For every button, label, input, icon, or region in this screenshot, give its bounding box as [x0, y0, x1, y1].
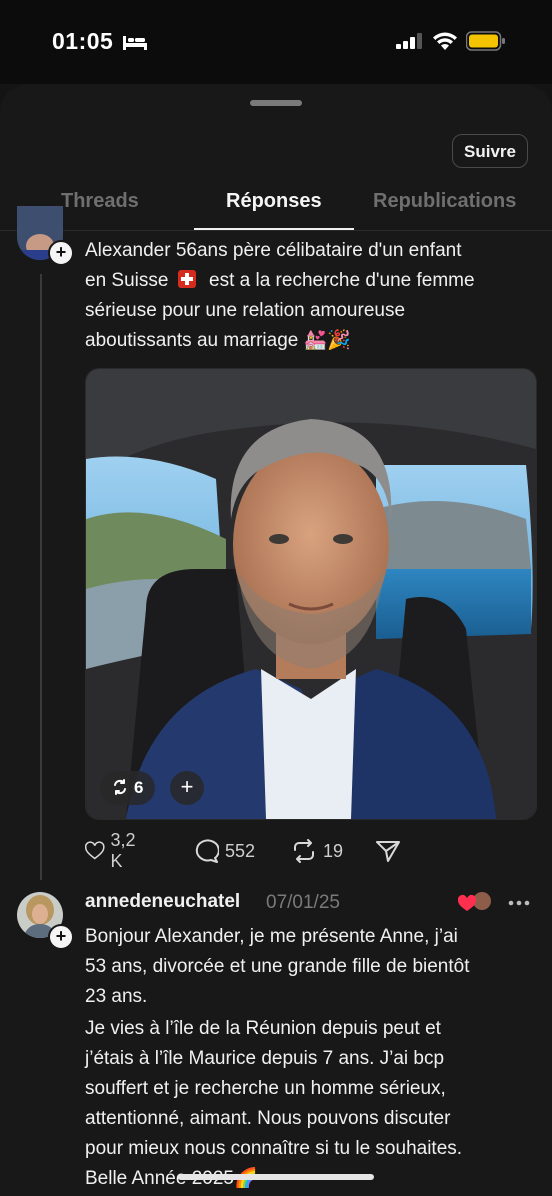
reply-text-line: j’étais à l’île Maurice depuis 7 ans. J’…: [85, 1048, 445, 1069]
comment-bubble-icon: [195, 839, 219, 863]
thread-connector-line: [40, 274, 42, 880]
sleep-focus-icon: [123, 36, 147, 50]
reply-text: Bonjour Alexander, je me présente Anne, …: [85, 922, 470, 1194]
like-count: 3,2 K: [110, 830, 136, 871]
tab-threads[interactable]: Threads: [61, 190, 139, 213]
tabs-divider: [0, 230, 552, 231]
post-image[interactable]: 6 +: [85, 368, 537, 820]
repost-count: 19: [323, 840, 344, 861]
media-repost-count[interactable]: 6: [100, 771, 156, 805]
share-button[interactable]: [375, 836, 407, 866]
reply-text-line: 23 ans.: [85, 986, 148, 1007]
status-bar: 01:05: [0, 0, 552, 84]
battery-low-power-icon: [466, 31, 505, 51]
status-time: 01:05: [52, 28, 114, 54]
sheet-grabber[interactable]: [250, 100, 302, 106]
media-repost-count-value: 6: [134, 778, 144, 797]
reply-text-line: Bonjour Alexander, je me présente Anne, …: [85, 926, 458, 947]
like-button[interactable]: 3,2 K: [85, 830, 142, 871]
reply-text-line: pour mieux nous connaître si tu le souha…: [85, 1138, 463, 1159]
repost-button[interactable]: 19: [291, 836, 343, 866]
comment-button[interactable]: 552: [193, 836, 255, 866]
tab-reposts[interactable]: Republications: [373, 190, 516, 213]
post-text-line: Alexander 56ans père célibataire d'un en…: [85, 240, 462, 261]
swiss-flag-icon: [177, 270, 196, 288]
reply-text-line: 53 ans, divorcée et une grande fille de …: [85, 956, 470, 977]
reply-text-line: Je vies à l’île de la Réunion depuis peu…: [85, 1018, 441, 1039]
post-text-segment: est a la recherche d'une femme: [209, 270, 475, 291]
post-text: Alexander 56ans père célibataire d'un en…: [85, 236, 475, 356]
cellular-signal-icon: [396, 33, 422, 49]
reply-username[interactable]: annedeneuchatel: [85, 891, 240, 913]
follow-author-plus-icon[interactable]: +: [48, 240, 74, 266]
reply-text-line: souffert et je recherche un homme sérieu…: [85, 1078, 446, 1099]
reply-text-line: attentionné, aimant. Nous pouvons discut…: [85, 1108, 451, 1129]
repost-icon: [114, 779, 126, 795]
profile-tabs: Threads Réponses Republications: [0, 190, 552, 230]
liked-by-author-badge-icon: [458, 890, 493, 912]
post-text-line: sérieuse pour une relation amoureuse: [85, 300, 406, 321]
wifi-icon: [433, 32, 457, 50]
profile-sheet: Suivre Threads Réponses Republications +…: [0, 84, 552, 1196]
repost-icon: [294, 839, 314, 863]
follow-reply-author-plus-icon[interactable]: +: [48, 924, 74, 950]
reply-date: 07/01/25: [266, 892, 340, 913]
post-text-segment: en Suisse: [85, 270, 169, 291]
post-text-line: en Suisse est a la recherche d'une femme: [85, 266, 475, 296]
send-share-icon: [376, 841, 400, 862]
more-options-icon[interactable]: [508, 900, 530, 906]
follow-button[interactable]: Suivre: [452, 134, 528, 168]
home-indicator[interactable]: [178, 1174, 374, 1180]
comment-count: 552: [225, 840, 256, 861]
heart-icon: [85, 841, 105, 860]
post-text-line: aboutissants au marriage 💒🎉: [85, 330, 351, 351]
media-add-button[interactable]: +: [170, 771, 204, 805]
man-in-car-photo: [86, 369, 536, 819]
tab-replies[interactable]: Réponses: [226, 190, 322, 213]
